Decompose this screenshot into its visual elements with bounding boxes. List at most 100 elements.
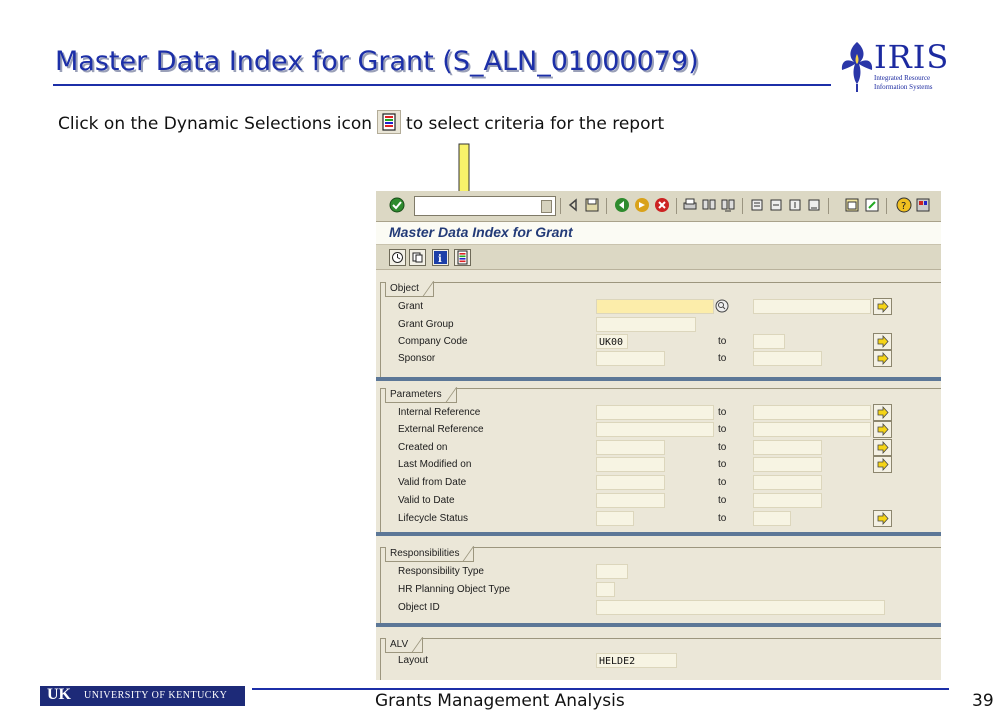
to-label: to xyxy=(718,495,727,506)
field-label: Company Code xyxy=(398,336,468,347)
new-session-icon[interactable] xyxy=(844,197,860,213)
find-next-icon[interactable] xyxy=(720,197,736,213)
lifecycle-status-to-input[interactable] xyxy=(753,511,791,526)
field-label: Valid to Date xyxy=(398,495,455,506)
sponsor-input[interactable] xyxy=(596,351,665,366)
logo-line2: Information Systems xyxy=(874,83,933,91)
command-field[interactable] xyxy=(414,196,556,216)
internal-reference-input[interactable] xyxy=(596,405,714,420)
field-label: External Reference xyxy=(398,424,484,435)
valid-to-date-input[interactable] xyxy=(596,493,665,508)
instruction-text-before: Click on the Dynamic Selections icon xyxy=(58,114,373,134)
group-alv-title: ALV xyxy=(385,638,424,653)
execute-icon[interactable] xyxy=(389,249,406,266)
company-code-to-input[interactable] xyxy=(753,334,785,349)
first-page-icon[interactable] xyxy=(749,197,765,213)
green-back-icon[interactable] xyxy=(614,197,630,213)
hr-planning-object-type-input[interactable] xyxy=(596,582,615,597)
next-page-icon[interactable] xyxy=(787,197,803,213)
internal-reference-to-input[interactable] xyxy=(753,405,871,420)
layout-input[interactable]: HELDE2 xyxy=(596,653,677,668)
row-hr-planning-object-type: HR Planning Object Type xyxy=(376,581,941,598)
university-logo: UK UNIVERSITY OF KENTUCKY xyxy=(40,686,245,706)
to-label: to xyxy=(718,336,727,347)
field-label: Lifecycle Status xyxy=(398,513,469,524)
find-icon[interactable] xyxy=(701,197,717,213)
row-last-modified-on: Last Modified on to xyxy=(376,456,941,473)
university-name: UNIVERSITY OF KENTUCKY xyxy=(84,690,228,701)
field-label: Responsibility Type xyxy=(398,566,484,577)
slide-title: Master Data Index for Grant (S_ALN_01000… xyxy=(55,46,699,77)
multiple-selection-icon[interactable] xyxy=(873,333,892,350)
last-page-icon[interactable] xyxy=(806,197,822,213)
back-icon[interactable] xyxy=(566,197,582,213)
page-number: 39 xyxy=(972,691,994,711)
lifecycle-status-input[interactable] xyxy=(596,511,634,526)
external-reference-to-input[interactable] xyxy=(753,422,871,437)
info-icon[interactable]: i xyxy=(432,249,449,266)
screen-title: Master Data Index for Grant xyxy=(389,224,573,240)
created-on-input[interactable] xyxy=(596,440,665,455)
row-layout: Layout HELDE2 xyxy=(376,652,941,669)
field-label: Grant xyxy=(398,301,424,312)
multiple-selection-icon[interactable] xyxy=(873,298,892,315)
valid-to-date-to-input[interactable] xyxy=(753,493,822,508)
separator xyxy=(828,198,829,214)
command-history-icon[interactable] xyxy=(541,200,552,213)
print-icon[interactable] xyxy=(682,197,698,213)
last-modified-on-input[interactable] xyxy=(596,457,665,472)
separator xyxy=(886,198,887,214)
svg-text:i: i xyxy=(438,254,442,265)
to-label: to xyxy=(718,459,727,470)
object-id-input[interactable] xyxy=(596,600,885,615)
external-reference-input[interactable] xyxy=(596,422,714,437)
multiple-selection-icon[interactable] xyxy=(873,350,892,367)
footer-title: Grants Management Analysis xyxy=(375,691,625,711)
row-lifecycle-status: Lifecycle Status to xyxy=(376,510,941,527)
grant-group-input[interactable] xyxy=(596,317,696,332)
field-label: Sponsor xyxy=(398,353,436,364)
row-valid-to-date: Valid to Date to xyxy=(376,492,941,509)
multiple-selection-icon[interactable] xyxy=(873,456,892,473)
get-variant-icon[interactable] xyxy=(409,249,426,266)
group-divider xyxy=(376,532,941,536)
row-object-id: Object ID xyxy=(376,599,941,616)
grant-to-input[interactable] xyxy=(753,299,871,314)
row-internal-reference: Internal Reference to xyxy=(376,404,941,421)
multiple-selection-icon[interactable] xyxy=(873,404,892,421)
to-label: to xyxy=(718,442,727,453)
row-created-on: Created on to xyxy=(376,439,941,456)
last-modified-on-to-input[interactable] xyxy=(753,457,822,472)
field-label: Valid from Date xyxy=(398,477,467,488)
multiple-selection-icon[interactable] xyxy=(873,421,892,438)
search-help-icon[interactable] xyxy=(715,299,729,313)
row-external-reference: External Reference to xyxy=(376,421,941,438)
to-label: to xyxy=(718,513,727,524)
save-icon[interactable] xyxy=(584,197,600,213)
shortcut-icon[interactable] xyxy=(864,197,880,213)
to-label: to xyxy=(718,477,727,488)
valid-from-date-to-input[interactable] xyxy=(753,475,822,490)
cancel-icon[interactable] xyxy=(654,197,670,213)
company-code-input[interactable]: UK00 xyxy=(596,334,628,349)
help-icon[interactable]: ? xyxy=(896,197,912,213)
sponsor-to-input[interactable] xyxy=(753,351,822,366)
valid-from-date-input[interactable] xyxy=(596,475,665,490)
uk-mark: UK xyxy=(47,686,71,703)
separator xyxy=(676,198,677,214)
row-grant: Grant xyxy=(376,298,941,315)
enter-icon[interactable] xyxy=(389,197,405,213)
exit-icon[interactable] xyxy=(634,197,650,213)
grant-input[interactable] xyxy=(596,299,714,314)
to-label: to xyxy=(718,407,727,418)
multiple-selection-icon[interactable] xyxy=(873,439,892,456)
group-parameters-title: Parameters xyxy=(385,388,457,403)
previous-page-icon[interactable] xyxy=(768,197,784,213)
responsibility-type-input[interactable] xyxy=(596,564,628,579)
created-on-to-input[interactable] xyxy=(753,440,822,455)
to-label: to xyxy=(718,424,727,435)
dynamic-selections-icon[interactable] xyxy=(454,249,471,266)
row-responsibility-type: Responsibility Type xyxy=(376,563,941,580)
multiple-selection-icon[interactable] xyxy=(873,510,892,527)
layout-icon[interactable] xyxy=(915,197,931,213)
